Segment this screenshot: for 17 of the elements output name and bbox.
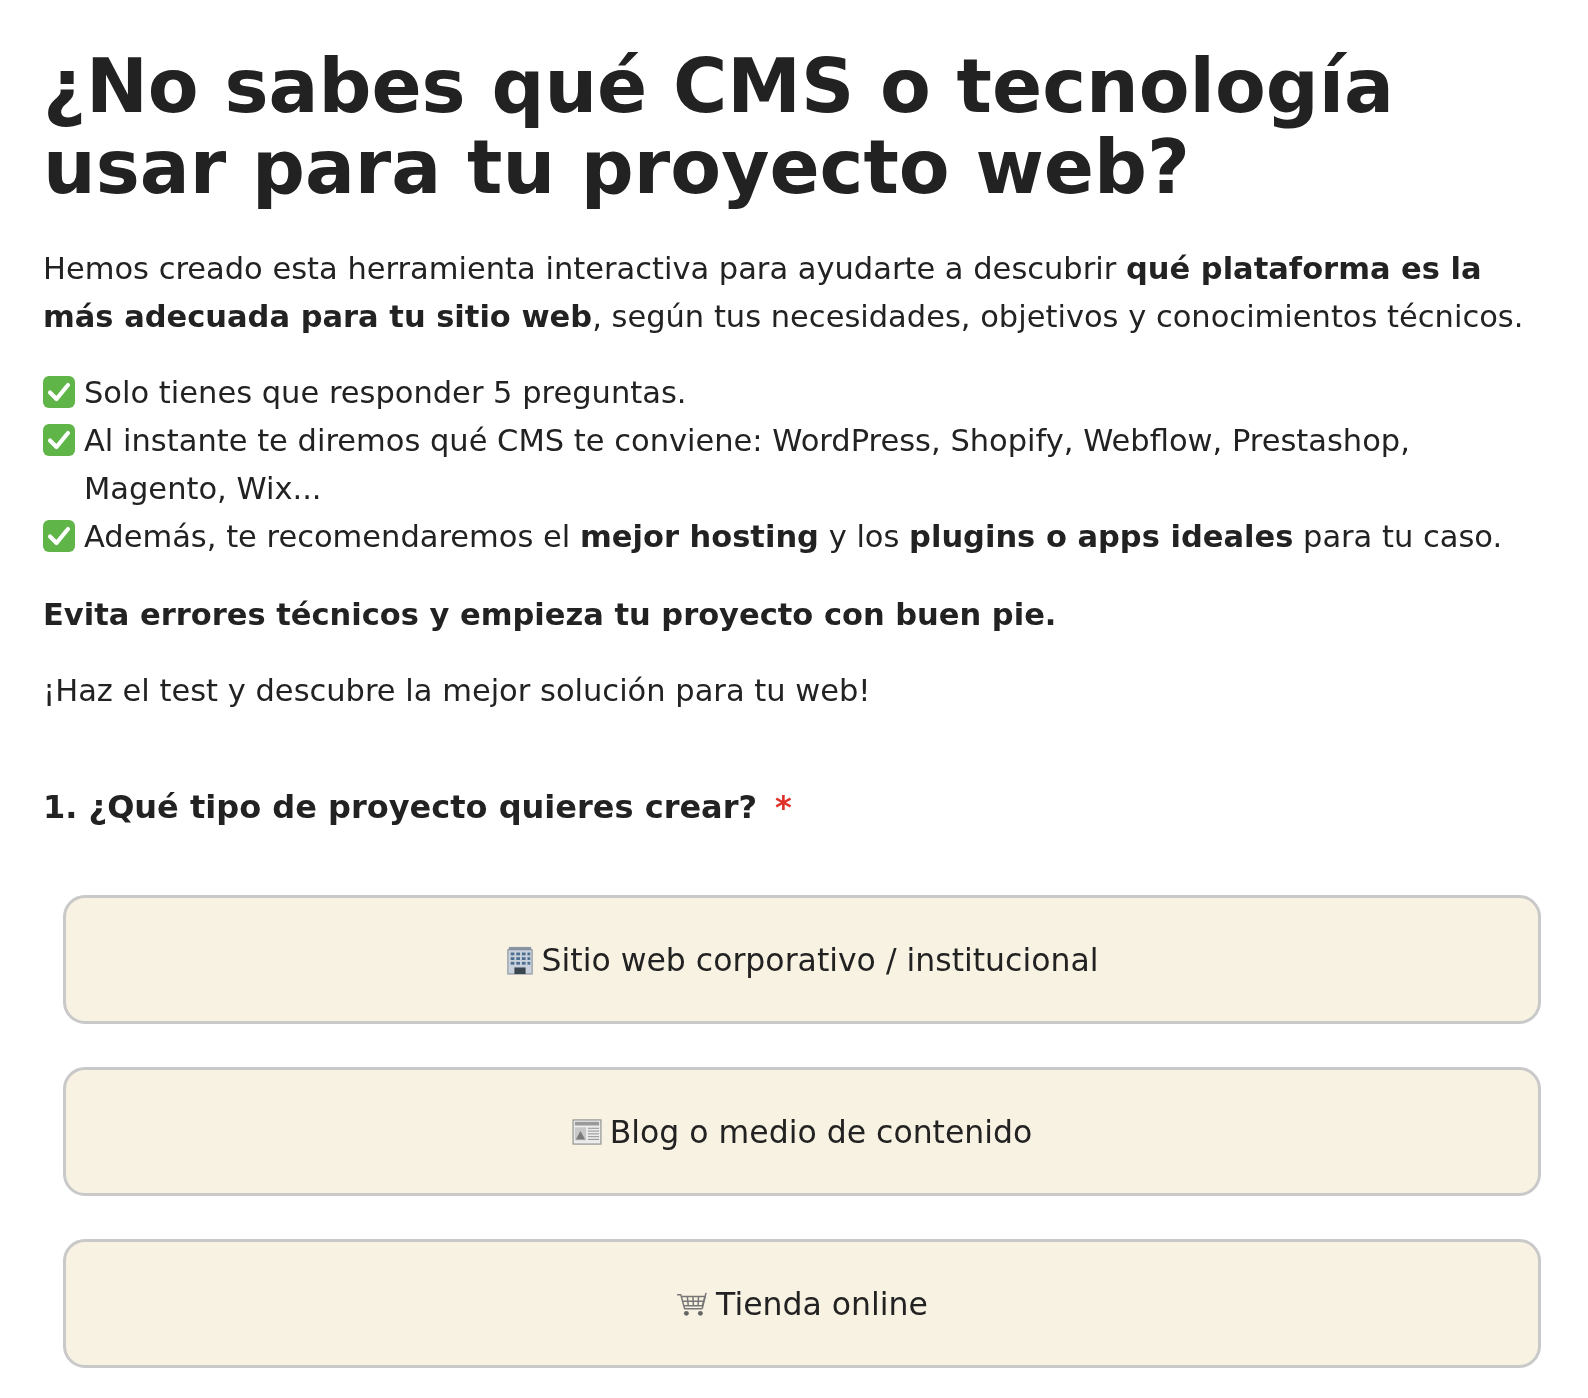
- required-asterisk: *: [775, 788, 792, 826]
- option-button[interactable]: Sitio web corporativo / institucional: [63, 895, 1541, 1024]
- newspaper-icon: [571, 1118, 602, 1145]
- feature-text: Solo tienes que responder 5 preguntas.: [84, 374, 688, 412]
- tagline: Evita errores técnicos y empieza tu proyecto con buen pie.: [43, 596, 1058, 634]
- page-title: ¿No sabes qué CMS o tecnología usar para tu proyecto web?: [43, 46, 1396, 208]
- intro-paragraph: Hemos creado esta herramienta interactiva para ayudarte a descubrir qué plataforma es la más adecuada para tu sitio web, según tus necesidades, objetivos y conocimientos técnicos.: [43, 250, 1525, 336]
- check-icon: [43, 424, 75, 456]
- feature-text: Al instante te diremos qué CMS te conviene: WordPress, Shopify, Webflow, Prestashop, Magento, Wix...: [84, 422, 1411, 508]
- question-title: 1. ¿Qué tipo de proyecto quieres crear?: [43, 788, 758, 826]
- call-to-action-text: ¡Haz el test y descubre la mejor solución para tu web!: [43, 672, 872, 710]
- option-button[interactable]: Blog o medio de contenido: [63, 1067, 1541, 1196]
- check-icon: [43, 376, 75, 408]
- feature-text: Además, te recomendaremos el mejor hosting y los plugins o apps ideales para tu caso.: [84, 518, 1504, 556]
- check-icon: [43, 520, 75, 552]
- office-building-icon: [505, 944, 534, 975]
- option-button[interactable]: Tienda online: [63, 1239, 1541, 1368]
